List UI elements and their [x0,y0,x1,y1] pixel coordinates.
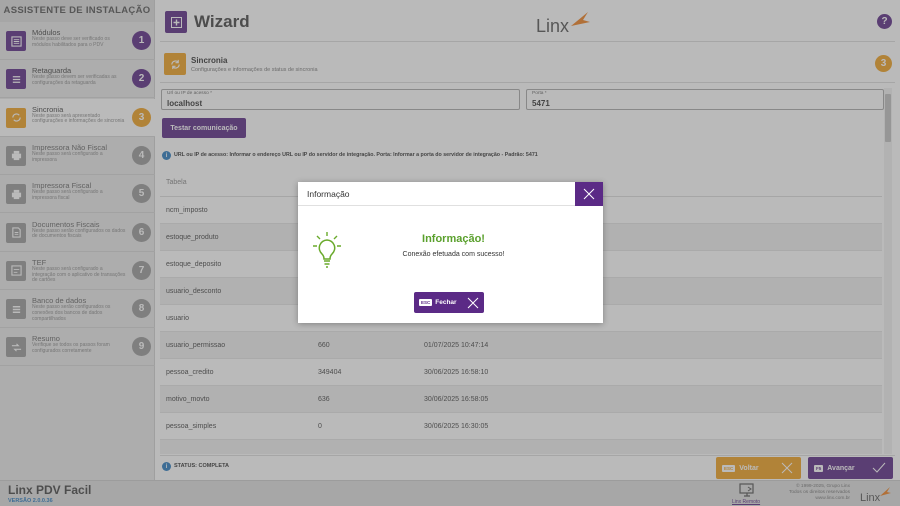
dialog-close-button[interactable] [575,182,603,206]
dialog-header: Informação [298,182,603,206]
dialog-message: Conexão efetuada com sucesso! [402,251,505,258]
close-icon [583,188,595,200]
dialog-heading: Informação! [422,233,485,245]
esc-key-badge: ESC [419,299,433,306]
dialog-title: Informação [307,189,350,199]
info-dialog: Informação Informação! Conexão efetuada … [298,182,603,323]
close-label: Fechar [435,299,457,306]
close-icon [467,297,479,309]
close-dialog-button[interactable]: ESC Fechar [414,292,484,313]
